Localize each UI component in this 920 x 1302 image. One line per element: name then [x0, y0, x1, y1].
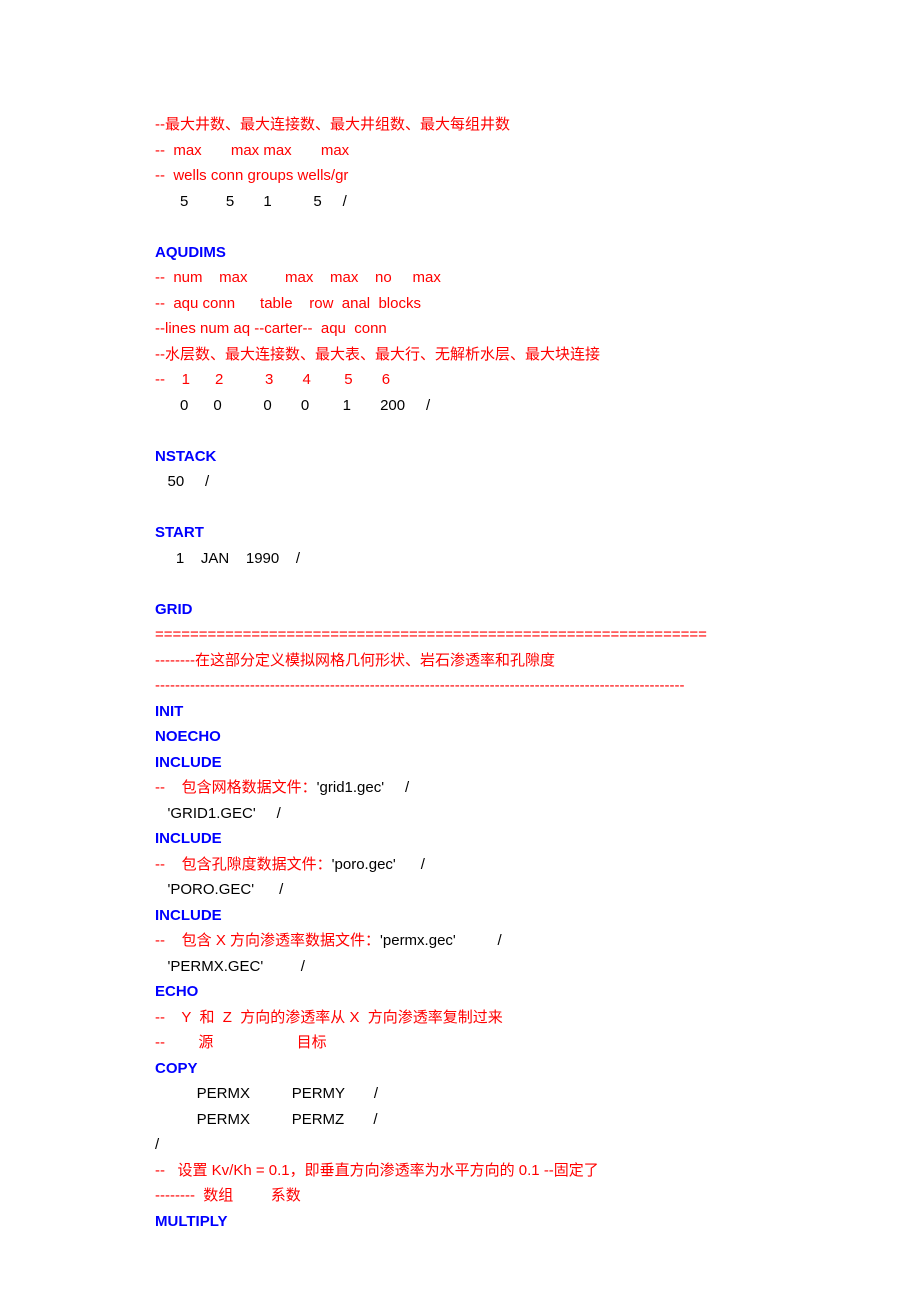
comment-mixed-line: -- 包含网格数据文件：'grid1.gec' / — [155, 775, 765, 801]
filename-ref: 'permx.gec' / — [380, 932, 502, 949]
comment-line: -- 设置 Kv/Kh = 0.1，即垂直方向渗透率为水平方向的 0.1 --固… — [155, 1158, 765, 1184]
filename-ref: 'poro.gec' / — [332, 856, 425, 873]
keyword-copy: COPY — [155, 1056, 765, 1082]
keyword-grid: GRID — [155, 597, 765, 623]
keyword-start: START — [155, 520, 765, 546]
data-line: 'GRID1.GEC' / — [155, 801, 765, 827]
data-line: 'PORO.GEC' / — [155, 877, 765, 903]
keyword-init: INIT — [155, 699, 765, 725]
data-line: 0 0 0 0 1 200 / — [155, 393, 765, 419]
separator-line: ========================================… — [155, 622, 765, 648]
comment-mixed-line: -- 包含孔隙度数据文件：'poro.gec' / — [155, 852, 765, 878]
data-line: 'PERMX.GEC' / — [155, 954, 765, 980]
data-line: PERMX PERMY / — [155, 1081, 765, 1107]
keyword-include: INCLUDE — [155, 750, 765, 776]
filename-ref: 'grid1.gec' / — [317, 779, 409, 796]
blank-line — [155, 418, 765, 444]
keyword-aqudims: AQUDIMS — [155, 240, 765, 266]
data-line: PERMX PERMZ / — [155, 1107, 765, 1133]
blank-line — [155, 495, 765, 521]
keyword-include: INCLUDE — [155, 826, 765, 852]
keyword-include: INCLUDE — [155, 903, 765, 929]
keyword-noecho: NOECHO — [155, 724, 765, 750]
comment-line: -- num max max max no max — [155, 265, 765, 291]
comment-prefix: -- 包含网格数据文件： — [155, 779, 317, 796]
separator-line: ----------------------------------------… — [155, 673, 765, 699]
data-line: 5 5 1 5 / — [155, 189, 765, 215]
comment-line: --lines num aq --carter-- aqu conn — [155, 316, 765, 342]
comment-line: --------在这部分定义模拟网格几何形状、岩石渗透率和孔隙度 — [155, 648, 765, 674]
comment-line: -- wells conn groups wells/gr — [155, 163, 765, 189]
blank-line — [155, 571, 765, 597]
comment-line: -- 源 目标 — [155, 1030, 765, 1056]
comment-line: -- aqu conn table row anal blocks — [155, 291, 765, 317]
data-line: 50 / — [155, 469, 765, 495]
comment-line: -- max max max max — [155, 138, 765, 164]
comment-line: -------- 数组 系数 — [155, 1183, 765, 1209]
comment-prefix: -- 包含孔隙度数据文件： — [155, 856, 332, 873]
keyword-echo: ECHO — [155, 979, 765, 1005]
comment-prefix: -- 包含 X 方向渗透率数据文件： — [155, 932, 380, 949]
comment-line: --水层数、最大连接数、最大表、最大行、无解析水层、最大块连接 — [155, 342, 765, 368]
comment-line: -- 1 2 3 4 5 6 — [155, 367, 765, 393]
data-line: / — [155, 1132, 765, 1158]
blank-line — [155, 214, 765, 240]
keyword-nstack: NSTACK — [155, 444, 765, 470]
keyword-multiply: MULTIPLY — [155, 1209, 765, 1235]
comment-mixed-line: -- 包含 X 方向渗透率数据文件：'permx.gec' / — [155, 928, 765, 954]
data-line: 1 JAN 1990 / — [155, 546, 765, 572]
comment-line: --最大井数、最大连接数、最大井组数、最大每组井数 — [155, 112, 765, 138]
comment-line: -- Y 和 Z 方向的渗透率从 X 方向渗透率复制过来 — [155, 1005, 765, 1031]
document-page: --最大井数、最大连接数、最大井组数、最大每组井数 -- max max max… — [0, 0, 920, 1294]
